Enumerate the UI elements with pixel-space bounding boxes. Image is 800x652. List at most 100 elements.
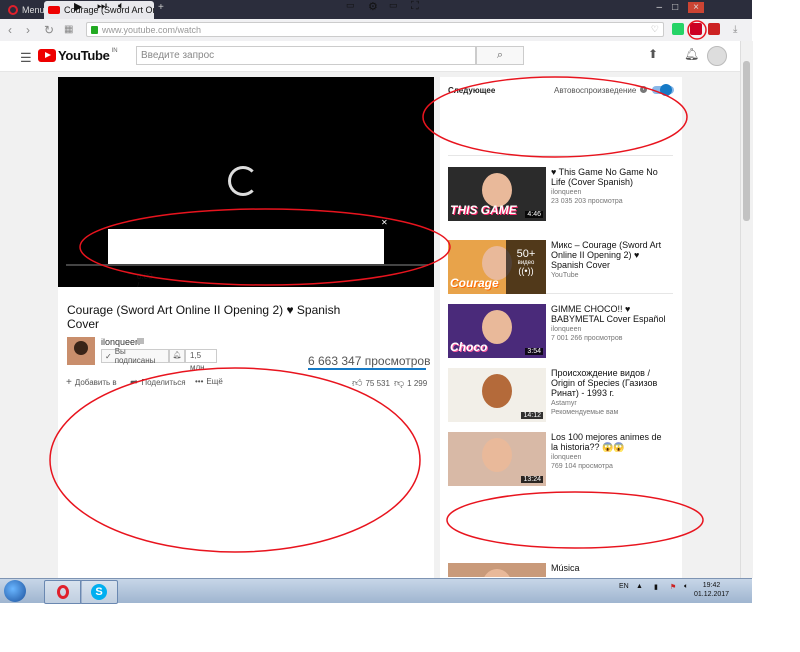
url-text: www.youtube.com/watch bbox=[102, 24, 202, 35]
volume-icon[interactable]: 🔈︎ bbox=[118, 0, 125, 13]
video-duration: 13:24 bbox=[521, 476, 543, 483]
close-window-button[interactable]: × bbox=[688, 2, 704, 13]
settings-gear-icon[interactable]: ⚙ bbox=[368, 0, 378, 13]
play-icon[interactable]: ▶ bbox=[74, 0, 82, 13]
language-indicator[interactable]: EN bbox=[619, 583, 629, 590]
video-thumbnail[interactable]: Choco 3:54 bbox=[448, 304, 546, 358]
youtube-logo[interactable]: YouTube IN bbox=[38, 48, 118, 63]
video-thumbnail[interactable]: 14:12 bbox=[448, 368, 546, 422]
subscribed-label: Вы подписаны bbox=[114, 347, 156, 365]
flag-icon[interactable]: ⚑ bbox=[670, 583, 676, 591]
search-button[interactable]: ⌕ bbox=[476, 46, 524, 65]
reload-icon[interactable]: ↻ bbox=[44, 23, 54, 37]
dislike-button[interactable]: 👎︎ 1 299 bbox=[394, 377, 427, 389]
related-video-title[interactable]: Los 100 mejores animes de la historia?? … bbox=[551, 432, 669, 452]
thumbnail-figure bbox=[482, 438, 512, 472]
thumbnail-text: Courage bbox=[450, 276, 499, 290]
maximize-button[interactable]: □ bbox=[672, 2, 678, 13]
related-video-channel[interactable]: ilonqueen bbox=[551, 453, 581, 462]
opera-icon bbox=[57, 585, 69, 599]
extension-red-icon[interactable] bbox=[708, 23, 720, 35]
add-icon: + bbox=[66, 377, 72, 388]
clock[interactable]: 19:42 01.12.2017 bbox=[694, 581, 729, 599]
taskbar-skype[interactable]: S bbox=[80, 580, 118, 604]
tray-arrow-icon[interactable]: ▲ bbox=[636, 583, 643, 590]
url-field[interactable]: www.youtube.com/watch ♡ bbox=[86, 22, 664, 37]
channel-bell-button[interactable]: 🔔︎ bbox=[169, 349, 185, 363]
mix-overlay: 50+ видео ((•)) bbox=[506, 240, 546, 294]
related-video-title[interactable]: ♥ This Game No Game No Life (Cover Spani… bbox=[551, 167, 669, 187]
address-toolbar: ‹ › ↻ ▦ www.youtube.com/watch ♡ ⤓ bbox=[0, 19, 752, 42]
fullscreen-icon[interactable]: ⛶ bbox=[411, 0, 419, 13]
sidebar-divider bbox=[448, 155, 673, 156]
up-next-label: Следующее bbox=[448, 86, 496, 95]
more-label: Ещё bbox=[206, 377, 223, 386]
page-scrollbar[interactable] bbox=[740, 41, 753, 578]
mix-count: 50+ bbox=[516, 248, 536, 260]
video-thumbnail[interactable]: THIS GAME 4:46 bbox=[448, 167, 546, 221]
upload-icon[interactable]: ⬆ bbox=[648, 47, 658, 61]
network-icon[interactable]: ▮ bbox=[654, 583, 658, 591]
related-video-channel[interactable]: YouTube bbox=[551, 271, 579, 280]
related-video-channel[interactable]: ilonqueen bbox=[551, 188, 581, 197]
download-icon[interactable]: ⤓ bbox=[733, 24, 737, 35]
progress-bar[interactable] bbox=[66, 264, 428, 266]
volume-tray-icon[interactable]: 🔈︎ bbox=[684, 583, 688, 591]
related-video-title[interactable]: Música bbox=[551, 563, 669, 573]
thumbnail-figure bbox=[482, 173, 512, 207]
related-video-channel[interactable]: Astamyr bbox=[551, 399, 577, 408]
clock-time: 19:42 bbox=[702, 582, 721, 589]
video-title: Courage (Sword Art Online II Opening 2) … bbox=[67, 303, 341, 331]
info-icon[interactable]: i bbox=[640, 86, 647, 93]
window-controls: – □ × bbox=[657, 2, 704, 13]
theater-mode-icon[interactable]: ▭ bbox=[389, 0, 398, 11]
related-video-item[interactable]: THIS GAME 4:46 ♥ This Game No Game No Life… bbox=[448, 167, 674, 223]
whatsapp-icon[interactable] bbox=[672, 23, 684, 35]
subtitles-icon[interactable]: ▭ bbox=[346, 0, 355, 11]
related-video-title[interactable]: Микс – Courage (Sword Art Online II Open… bbox=[551, 240, 669, 270]
more-button[interactable]: ••• Ещё bbox=[195, 377, 223, 386]
next-video-icon[interactable]: ⏭︎ bbox=[97, 0, 107, 13]
search-input[interactable]: Введите запрос bbox=[136, 46, 476, 65]
back-icon[interactable]: ‹ bbox=[8, 23, 12, 37]
menu-label: Menu bbox=[22, 4, 45, 15]
like-button[interactable]: 👍︎ 75 531 bbox=[352, 377, 390, 389]
like-count: 75 531 bbox=[365, 378, 390, 388]
related-video-item[interactable]: 13:24 Los 100 mejores animes de la histor… bbox=[448, 432, 674, 488]
channel-name[interactable]: ilonqueen bbox=[101, 337, 140, 347]
related-video-item[interactable]: 14:12 Происхождение видов / Origin of Spe… bbox=[448, 368, 674, 424]
related-video-title[interactable]: GIMME CHOCO!! ♥ BABYMETAL Cover Español bbox=[551, 304, 669, 324]
video-thumbnail[interactable]: 13:24 bbox=[448, 432, 546, 486]
lock-icon bbox=[91, 25, 98, 34]
extension-icon[interactable] bbox=[690, 23, 702, 35]
start-button[interactable] bbox=[4, 580, 26, 602]
video-thumbnail[interactable] bbox=[448, 563, 546, 577]
bookmark-heart-icon[interactable]: ♡ bbox=[651, 24, 659, 35]
related-video-item[interactable]: Choco 3:54 GIMME CHOCO!! ♥ BABYMETAL Cover… bbox=[448, 304, 674, 360]
skype-icon: S bbox=[91, 584, 107, 600]
add-to-label: Добавить в bbox=[74, 378, 117, 387]
hamburger-menu-icon[interactable]: ☰ bbox=[20, 50, 32, 66]
related-video-item[interactable]: Courage 50+ видео ((•)) Микс – Courage (Swor… bbox=[448, 240, 674, 296]
scrollbar-thumb[interactable] bbox=[743, 61, 750, 221]
account-avatar[interactable] bbox=[707, 46, 727, 66]
video-thumbnail[interactable]: Courage 50+ видео ((•)) bbox=[448, 240, 546, 294]
related-video-title[interactable]: Происхождение видов / Origin of Species … bbox=[551, 368, 669, 398]
add-to-button[interactable]: + Добавить в bbox=[66, 377, 117, 388]
verified-icon bbox=[137, 338, 144, 344]
related-video-meta: 23 035 203 просмотра bbox=[551, 198, 623, 205]
forward-icon[interactable]: › bbox=[26, 23, 30, 37]
subscribed-button[interactable]: ✓ Вы подписаны bbox=[101, 347, 169, 365]
minimize-button[interactable]: – bbox=[657, 2, 663, 13]
notifications-bell-icon[interactable]: 🔔︎ bbox=[684, 47, 699, 61]
youtube-header: ☰ YouTube IN Введите запрос ⌕ ⬆ 🔔︎ bbox=[0, 41, 740, 72]
speed-dial-icon[interactable]: ▦ bbox=[64, 24, 73, 35]
close-annotation-icon[interactable]: ✕ bbox=[381, 218, 388, 227]
thumbnail-figure bbox=[482, 374, 512, 408]
new-tab-icon[interactable]: + bbox=[158, 2, 164, 13]
channel-avatar[interactable] bbox=[67, 337, 95, 365]
share-button[interactable]: ➦ Поделиться bbox=[130, 377, 186, 388]
autoplay-toggle[interactable] bbox=[652, 84, 674, 96]
taskbar-opera[interactable] bbox=[44, 580, 82, 604]
related-video-channel[interactable]: ilonqueen bbox=[551, 325, 581, 334]
